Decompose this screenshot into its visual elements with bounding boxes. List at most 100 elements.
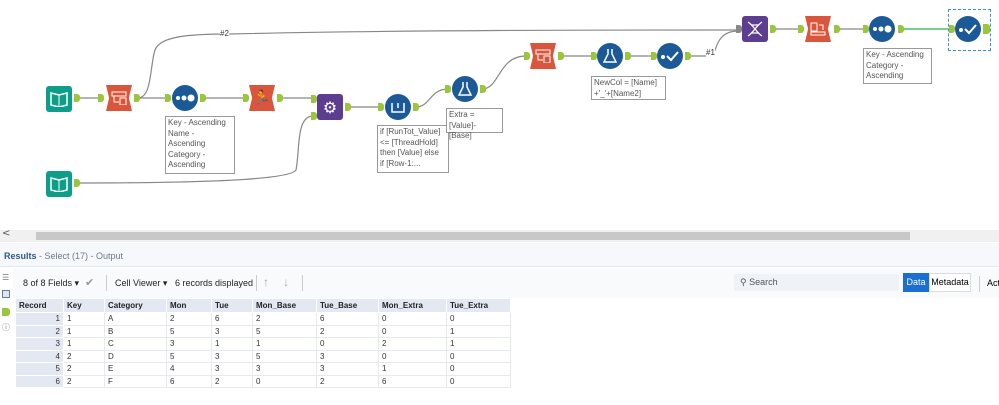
output-anchor[interactable] [625, 52, 631, 60]
table-cell[interactable]: 2 [316, 324, 379, 338]
select-tool-17[interactable] [955, 16, 981, 42]
input-anchor[interactable] [651, 52, 657, 60]
metadata-tab[interactable]: Metadata [929, 273, 971, 292]
table-cell[interactable]: 0 [446, 374, 511, 388]
table-cell[interactable]: 6 [378, 374, 447, 388]
table-cell[interactable]: 1 [63, 337, 105, 351]
table-cell[interactable]: 1 [446, 337, 511, 351]
output-anchor[interactable] [200, 94, 206, 102]
arrow-down-icon[interactable]: ↓ [283, 275, 289, 289]
checkmark-icon[interactable]: ✔ [85, 276, 94, 289]
column-header[interactable]: Mon [166, 298, 212, 313]
input-anchor[interactable] [736, 25, 742, 33]
search-input[interactable]: ⚲ Search [734, 274, 899, 291]
output-anchor-icon[interactable] [2, 308, 10, 316]
output-anchor[interactable] [898, 25, 904, 33]
column-header[interactable]: Mon_Extra [378, 298, 447, 313]
table-cell[interactable]: 2 [252, 312, 317, 326]
scroll-left-icon[interactable]: < [2, 228, 10, 239]
output-anchor[interactable] [685, 52, 691, 60]
running-total-tool[interactable]: 🏃 [249, 85, 275, 111]
table-cell[interactable]: 0 [378, 312, 447, 326]
table-row[interactable]: 21B535201 [15, 324, 511, 338]
arrow-up-icon[interactable]: ↑ [263, 275, 269, 289]
record-number[interactable]: 3 [15, 337, 64, 351]
output-anchor[interactable] [277, 94, 283, 102]
list-icon[interactable]: ☰ [2, 274, 10, 282]
input-anchor[interactable] [798, 25, 804, 33]
table-cell[interactable]: 1 [211, 337, 253, 351]
input-anchor[interactable] [311, 95, 317, 103]
table-cell[interactable]: 5 [166, 324, 212, 338]
output-anchor[interactable] [558, 52, 564, 60]
table-cell[interactable]: 5 [252, 324, 317, 338]
table-cell[interactable]: 0 [316, 337, 379, 351]
output-anchor[interactable] [413, 103, 419, 111]
table-cell[interactable]: 1 [63, 324, 105, 338]
table-cell[interactable]: 1 [446, 324, 511, 338]
record-number[interactable]: 2 [15, 324, 64, 338]
table-cell[interactable]: E [104, 362, 167, 376]
table-cell[interactable]: 3 [211, 324, 253, 338]
macro-tool[interactable]: ⚙ [317, 94, 343, 120]
table-cell[interactable]: 6 [166, 374, 212, 388]
select-tool-1[interactable] [657, 43, 683, 69]
table-cell[interactable]: 0 [378, 349, 447, 363]
table-cell[interactable]: 1 [252, 337, 317, 351]
output-anchor[interactable] [74, 94, 80, 102]
record-number[interactable]: 4 [15, 349, 64, 363]
table-cell[interactable]: 3 [316, 362, 379, 376]
column-header[interactable]: Mon_Base [252, 298, 317, 313]
column-header[interactable]: Key [63, 298, 105, 313]
table-cell[interactable]: 2 [378, 337, 447, 351]
record-number[interactable]: 6 [15, 374, 64, 388]
column-header[interactable]: Record [15, 298, 64, 313]
table-row[interactable]: 42D535300 [15, 349, 511, 363]
table-icon[interactable] [2, 290, 10, 298]
crosstab-tool-2[interactable] [530, 43, 556, 69]
table-cell[interactable]: 3 [166, 337, 212, 351]
input-data-tool-2[interactable] [46, 171, 72, 197]
table-cell[interactable]: 5 [166, 349, 212, 363]
table-cell[interactable]: 4 [166, 362, 212, 376]
table-cell[interactable]: 2 [63, 349, 105, 363]
table-cell[interactable]: 3 [211, 349, 253, 363]
table-cell[interactable]: C [104, 337, 167, 351]
table-cell[interactable]: 1 [63, 312, 105, 326]
table-cell[interactable]: A [104, 312, 167, 326]
table-cell[interactable]: 2 [211, 374, 253, 388]
workflow-canvas[interactable]: #2 #1 🏃 ⚙ Key - Ascending Name - Ascendi… [0, 0, 999, 230]
input-anchor[interactable] [311, 112, 317, 120]
input-anchor[interactable] [165, 94, 171, 102]
output-anchor[interactable] [134, 94, 140, 102]
output-anchor[interactable] [480, 85, 486, 93]
output-anchor[interactable] [834, 25, 840, 33]
cell-viewer-dropdown[interactable]: Cell Viewer ▾ [115, 278, 167, 289]
table-row[interactable]: 11A262600 [15, 312, 511, 326]
transpose-tool[interactable] [805, 16, 831, 42]
table-cell[interactable]: F [104, 374, 167, 388]
input-anchor[interactable] [243, 94, 249, 102]
column-header[interactable]: Tue_Extra [446, 298, 511, 313]
table-cell[interactable]: 0 [252, 374, 317, 388]
table-cell[interactable]: 3 [316, 349, 379, 363]
input-anchor[interactable] [591, 52, 597, 60]
crosstab-tool-1[interactable] [106, 85, 132, 111]
table-row[interactable]: 52E433310 [15, 362, 511, 376]
input-anchor[interactable] [949, 25, 955, 33]
table-cell[interactable]: 5 [252, 349, 317, 363]
table-row[interactable]: 62F620260 [15, 374, 511, 388]
column-header[interactable]: Tue_Base [316, 298, 379, 313]
table-cell[interactable]: 2 [63, 362, 105, 376]
canvas-horizontal-scrollbar[interactable]: < [0, 228, 999, 242]
output-anchor[interactable] [345, 103, 351, 111]
input-anchor[interactable] [863, 25, 869, 33]
formula-tool-1[interactable] [452, 76, 478, 102]
output-anchor[interactable] [74, 179, 80, 187]
table-cell[interactable]: B [104, 324, 167, 338]
table-cell[interactable]: 0 [446, 312, 511, 326]
help-icon[interactable]: ⓘ [2, 324, 10, 332]
formula-tool-2[interactable] [597, 43, 623, 69]
multi-row-formula-tool[interactable] [385, 94, 411, 120]
table-cell[interactable]: D [104, 349, 167, 363]
